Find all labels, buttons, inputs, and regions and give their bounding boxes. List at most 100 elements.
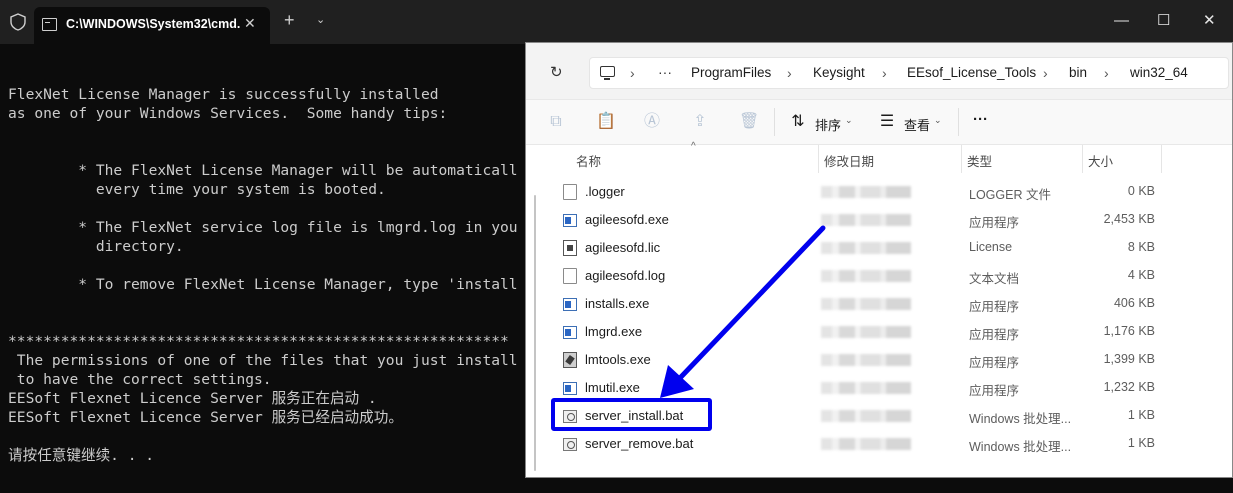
- breadcrumb-bin[interactable]: bin: [1069, 65, 1087, 80]
- terminal-line: * To remove FlexNet License Manager, typ…: [8, 276, 518, 293]
- doc-file-icon: [563, 268, 577, 284]
- rename-icon[interactable]: Ⓐ: [644, 114, 660, 130]
- address-bar[interactable]: › ··· ProgramFiles › Keysight › EEsof_Li…: [589, 57, 1229, 89]
- command-bar: ⧉ 📋 Ⓐ ⇪ 🗑 ⇅ 排序 ⌄ ☰ 查看 ⌄ ···: [526, 99, 1232, 145]
- file-size: 1,176 KB: [1103, 324, 1155, 338]
- file-row[interactable]: agileesofd.log 文本文档 4 KB: [556, 262, 1226, 290]
- computer-icon[interactable]: [600, 66, 615, 80]
- copy-icon[interactable]: ⧉: [548, 114, 564, 130]
- column-divider[interactable]: [818, 145, 819, 173]
- more-options-button[interactable]: ···: [973, 111, 988, 128]
- file-date-redacted: [821, 382, 911, 394]
- file-type: Windows 批处理...: [969, 440, 1072, 454]
- terminal-line: * The FlexNet License Manager will be au…: [8, 162, 518, 179]
- delete-icon[interactable]: 🗑: [739, 114, 759, 130]
- file-type: 应用程序: [969, 356, 1020, 370]
- file-row[interactable]: installs.exe 应用程序 406 KB: [556, 290, 1226, 318]
- terminal-line: as one of your Windows Services. Some ha…: [8, 105, 448, 122]
- close-button[interactable]: ✕: [1203, 12, 1216, 30]
- file-name: lmgrd.exe: [585, 324, 643, 339]
- terminal-tab[interactable]: C:\WINDOWS\System32\cmd. ✕: [34, 7, 270, 44]
- terminal-line: directory.: [8, 238, 184, 255]
- tool-file-icon: [563, 352, 577, 368]
- tab-close-icon[interactable]: ✕: [244, 15, 256, 32]
- terminal-line: ****************************************…: [8, 333, 509, 350]
- exe-file-icon: [563, 298, 577, 311]
- file-size: 2,453 KB: [1103, 212, 1155, 226]
- paste-icon[interactable]: 📋: [596, 114, 616, 130]
- terminal-line: EESoft Flexnet Licence Server 服务已经启动成功。: [8, 409, 403, 426]
- file-name: .logger: [585, 184, 625, 199]
- file-name: agileesofd.log: [585, 268, 666, 283]
- terminal-line: * The FlexNet service log file is lmgrd.…: [8, 219, 518, 236]
- lic-file-icon: [563, 240, 577, 256]
- terminal-line: to have the correct settings.: [8, 371, 272, 388]
- file-row[interactable]: lmtools.exe 应用程序 1,399 KB: [556, 346, 1226, 374]
- column-header-type[interactable]: 类型: [967, 151, 992, 170]
- chevron-down-icon[interactable]: ⌄: [845, 115, 853, 126]
- new-tab-button[interactable]: +: [284, 11, 295, 29]
- file-name: lmutil.exe: [585, 380, 640, 395]
- breadcrumb-keysight[interactable]: Keysight: [813, 65, 865, 80]
- file-size: 1,399 KB: [1103, 352, 1155, 366]
- more-breadcrumbs-icon[interactable]: ···: [658, 64, 672, 80]
- file-date-redacted: [821, 326, 911, 338]
- file-date-redacted: [821, 410, 911, 422]
- column-header-size[interactable]: 大小: [1088, 151, 1113, 170]
- file-size: 1 KB: [1127, 436, 1155, 450]
- terminal-line: 请按任意键继续. . .: [8, 447, 155, 464]
- breadcrumb-win32-64[interactable]: win32_64: [1130, 65, 1188, 80]
- file-row[interactable]: server_remove.bat Windows 批处理... 1 KB: [556, 430, 1226, 458]
- terminal-line: The permissions of one of the files that…: [8, 352, 518, 369]
- view-icon[interactable]: ☰: [879, 114, 895, 130]
- file-row[interactable]: agileesofd.lic License 8 KB: [556, 234, 1226, 262]
- view-button[interactable]: 查看: [904, 115, 930, 134]
- minimize-button[interactable]: —: [1114, 12, 1129, 30]
- file-type: 应用程序: [969, 300, 1020, 314]
- tab-dropdown-icon[interactable]: ⌄: [316, 13, 325, 26]
- breadcrumb-programfiles[interactable]: ProgramFiles: [691, 65, 771, 80]
- address-bar-area: ↻ › ··· ProgramFiles › Keysight › EEsof_…: [526, 43, 1232, 98]
- breadcrumb-separator: ›: [1104, 65, 1109, 81]
- bat-file-icon: [563, 438, 577, 451]
- breadcrumb-separator: ›: [630, 65, 635, 81]
- file-row[interactable]: .logger LOGGER 文件 0 KB: [556, 178, 1226, 206]
- exe-file-icon: [563, 382, 577, 395]
- refresh-icon[interactable]: ↻: [550, 63, 563, 81]
- exe-file-icon: [563, 214, 577, 227]
- file-type: 应用程序: [969, 216, 1020, 230]
- file-size: 1,232 KB: [1103, 380, 1155, 394]
- scrollbar[interactable]: [534, 195, 536, 471]
- maximize-button[interactable]: ☐: [1157, 12, 1170, 30]
- column-divider[interactable]: [961, 145, 962, 173]
- exe-file-icon: [563, 326, 577, 339]
- sort-icon[interactable]: ⇅: [790, 114, 806, 130]
- file-row[interactable]: lmgrd.exe 应用程序 1,176 KB: [556, 318, 1226, 346]
- column-divider[interactable]: [1161, 145, 1162, 173]
- terminal-output[interactable]: FlexNet License Manager is successfully …: [8, 66, 528, 486]
- tab-title: C:\WINDOWS\System32\cmd.: [66, 17, 241, 31]
- column-divider[interactable]: [1082, 145, 1083, 173]
- breadcrumb-eesof-license-tools[interactable]: EEsof_License_Tools: [907, 65, 1036, 80]
- file-date-redacted: [821, 186, 911, 198]
- chevron-down-icon[interactable]: ⌄: [934, 115, 942, 126]
- file-type: License: [969, 240, 1013, 254]
- file-size: 4 KB: [1127, 268, 1155, 282]
- terminal-line: FlexNet License Manager is successfully …: [8, 86, 439, 103]
- terminal-line: every time your system is booted.: [8, 181, 386, 198]
- share-icon[interactable]: ⇪: [692, 114, 708, 130]
- column-header-name[interactable]: 名称: [576, 151, 601, 170]
- file-size: 0 KB: [1127, 184, 1155, 198]
- sort-button[interactable]: 排序: [815, 115, 841, 134]
- file-type: Windows 批处理...: [969, 412, 1072, 426]
- file-type: LOGGER 文件: [969, 188, 1051, 202]
- column-header-date[interactable]: 修改日期: [824, 151, 874, 170]
- file-row[interactable]: agileesofd.exe 应用程序 2,453 KB: [556, 206, 1226, 234]
- file-name: agileesofd.exe: [585, 212, 669, 227]
- file-type: 文本文档: [969, 272, 1020, 286]
